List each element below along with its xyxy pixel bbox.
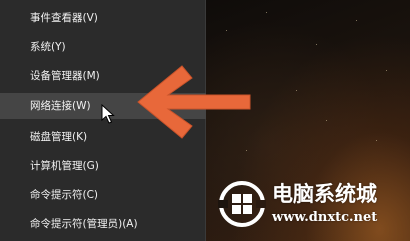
watermark-url: www.dnxtc.net [272,210,378,225]
menu-item-event-viewer[interactable]: 事件查看器(V) [0,5,206,31]
star [326,120,327,121]
menu-item-label: 命令提示符(管理员)(A) [30,218,138,230]
star [356,20,357,21]
menu-item-label: 磁盘管理(K) [30,131,88,143]
mouse-pointer-icon [101,104,115,124]
menu-item-label: 设备管理器(M) [30,70,100,82]
star [246,150,247,151]
star [376,140,377,141]
star [316,44,317,45]
screenshot: 事件查看器(V) 系统(Y) 设备管理器(M) 网络连接(W) 磁盘管理(K) … [0,0,410,241]
menu-item-label: 命令提示符(C) [30,189,99,201]
windows-logo-icon [218,181,266,227]
menu-item-label: 计算机管理(G) [30,160,99,172]
star [386,70,387,71]
menu-item-computer-management[interactable]: 计算机管理(G) [0,153,206,179]
menu-item-command-prompt[interactable]: 命令提示符(C) [0,182,206,208]
star [266,12,267,13]
watermark-title: 电脑系统城 [272,182,377,206]
menu-item-system[interactable]: 系统(Y) [0,34,206,60]
menu-item-label: 系统(Y) [30,41,66,53]
left-arrow-icon [137,65,251,139]
menu-item-label: 网络连接(W) [30,100,91,112]
star [296,90,297,91]
menu-item-label: 事件查看器(V) [30,12,98,24]
star [226,30,227,31]
menu-item-command-prompt-admin[interactable]: 命令提示符(管理员)(A) [0,211,206,237]
